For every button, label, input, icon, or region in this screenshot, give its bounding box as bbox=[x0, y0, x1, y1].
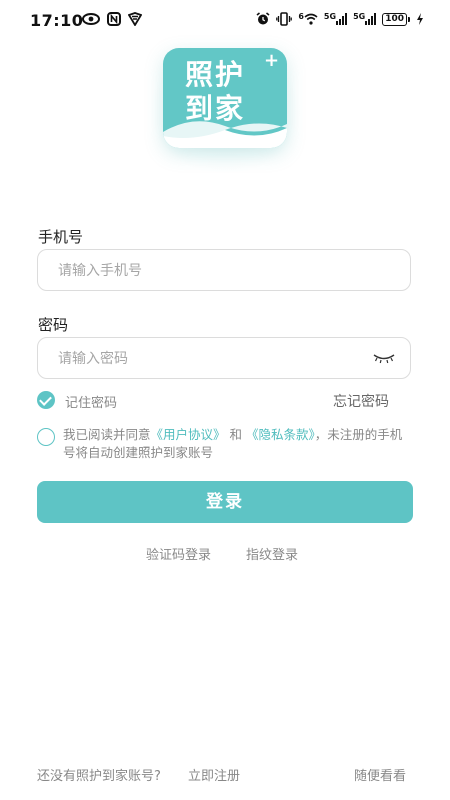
agreement-and: 和 bbox=[229, 427, 243, 442]
alarm-icon bbox=[256, 12, 270, 25]
fingerprint-login-link[interactable]: 指纹登录 bbox=[246, 544, 298, 563]
agreement-prefix: 我已阅读并同意 bbox=[63, 427, 151, 442]
eye-icon bbox=[82, 13, 100, 25]
nfc-icon bbox=[107, 12, 121, 26]
forgot-password-link[interactable]: 忘记密码 bbox=[333, 391, 389, 411]
browse-link[interactable]: 随便看看 bbox=[354, 765, 406, 784]
app-logo: 照护 到家 + bbox=[163, 48, 287, 148]
status-time: 17:10 bbox=[30, 11, 84, 30]
remember-password-label[interactable]: 记住密码 bbox=[65, 392, 117, 411]
remember-password-checkbox[interactable] bbox=[37, 391, 55, 409]
battery-icon: 100 bbox=[382, 12, 410, 26]
phone-field[interactable] bbox=[37, 249, 411, 292]
agreement-text: 我已阅读并同意《用户协议》 和 《隐私条款》，未注册的手机号将自动创建照护到家账… bbox=[63, 426, 413, 462]
logo-line-2: 到家 bbox=[185, 92, 246, 125]
password-label: 密码 bbox=[38, 316, 69, 334]
register-link[interactable]: 立即注册 bbox=[188, 765, 240, 784]
phone-input[interactable] bbox=[56, 250, 360, 292]
shield-icon bbox=[128, 12, 142, 26]
no-account-text: 还没有照护到家账号? bbox=[37, 769, 161, 784]
status-bar: 17:10 6 5G 5G 100 bbox=[0, 0, 450, 40]
vibrate-icon bbox=[276, 12, 293, 26]
status-left-icons bbox=[82, 12, 142, 26]
signal-5g-icon: 5G bbox=[324, 13, 348, 25]
logo-plus: + bbox=[264, 50, 280, 71]
sms-login-link[interactable]: 验证码登录 bbox=[146, 544, 211, 563]
wifi-icon bbox=[304, 13, 318, 25]
charging-icon bbox=[417, 13, 423, 25]
login-button[interactable]: 登录 bbox=[37, 481, 413, 523]
user-agreement-link[interactable]: 《用户协议》 bbox=[151, 427, 226, 442]
phone-label: 手机号 bbox=[38, 228, 84, 246]
password-input[interactable] bbox=[56, 338, 360, 380]
app-logo-container: 照护 到家 + bbox=[143, 40, 307, 180]
logo-text: 照护 到家 bbox=[185, 58, 245, 126]
eye-closed-icon[interactable] bbox=[372, 350, 396, 366]
agreement-checkbox[interactable] bbox=[37, 428, 55, 446]
status-right-icons: 6 5G 5G 100 bbox=[256, 12, 424, 26]
signal-5g-icon: 5G bbox=[353, 13, 377, 25]
password-field[interactable] bbox=[37, 337, 411, 380]
privacy-terms-link[interactable]: 《隐私条款》 bbox=[246, 427, 315, 442]
logo-line-1: 照护 bbox=[185, 58, 246, 91]
